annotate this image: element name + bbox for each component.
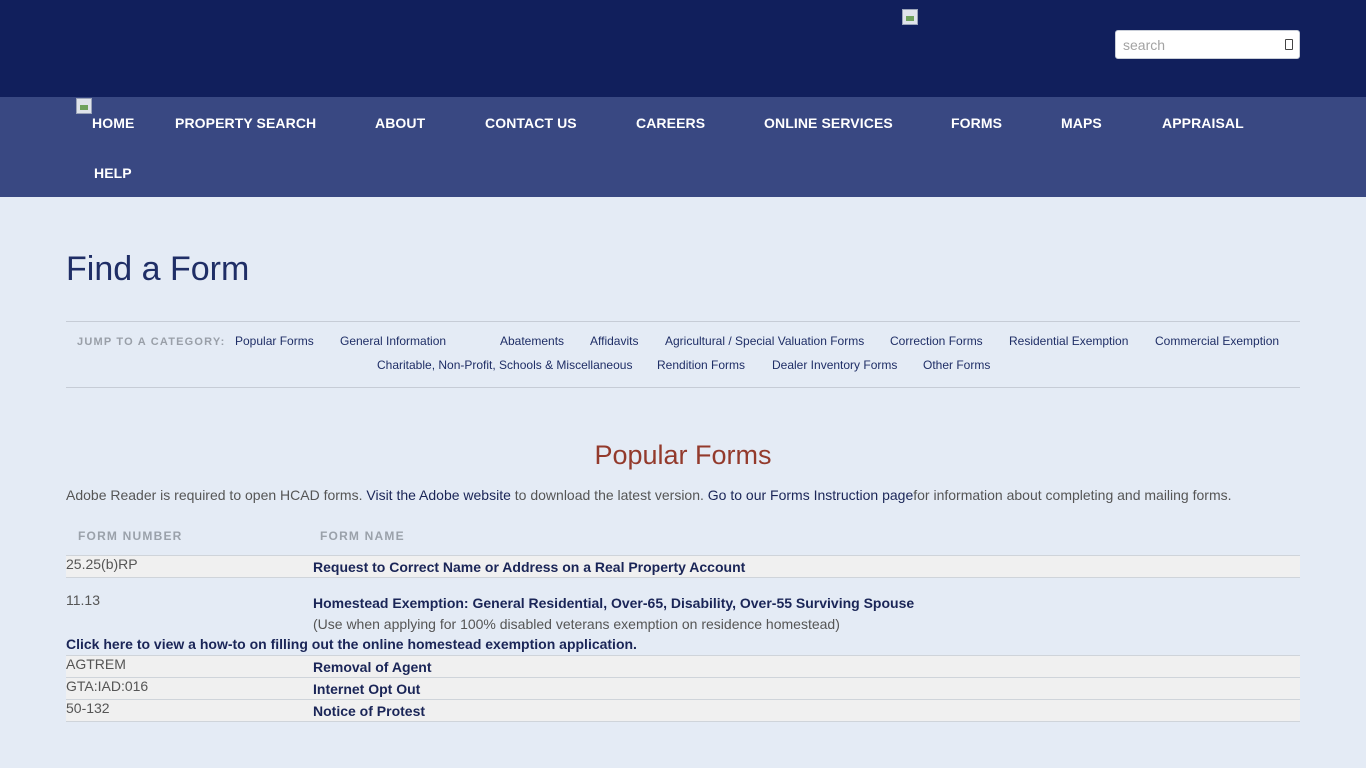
nav-contact-us[interactable]: CONTACT US: [485, 115, 577, 131]
form-name-link[interactable]: Homestead Exemption: General Residential…: [313, 595, 914, 611]
form-name-link[interactable]: Internet Opt Out: [313, 681, 420, 697]
form-number: AGTREM: [66, 656, 126, 672]
table-row: [66, 700, 1300, 721]
category-residential-exemption[interactable]: Residential Exemption: [1009, 334, 1128, 348]
category-general-information[interactable]: General Information: [340, 334, 446, 348]
forms-instruction-link[interactable]: Go to our Forms Instruction page: [708, 487, 913, 503]
divider-top: [66, 321, 1300, 322]
homestead-howto-link[interactable]: Click here to view a how-to on filling o…: [66, 636, 637, 652]
jump-to-category-label: JUMP TO A CATEGORY:: [77, 336, 226, 348]
main-nav: [0, 97, 1366, 197]
table-row: [66, 656, 1300, 677]
category-affidavits[interactable]: Affidavits: [590, 334, 638, 348]
category-other-forms[interactable]: Other Forms: [923, 358, 990, 372]
form-note: (Use when applying for 100% disabled vet…: [313, 616, 840, 632]
category-correction-forms[interactable]: Correction Forms: [890, 334, 983, 348]
nav-help[interactable]: HELP: [94, 165, 132, 181]
form-name-link[interactable]: Notice of Protest: [313, 703, 425, 719]
nav-careers[interactable]: CAREERS: [636, 115, 705, 131]
divider-bottom: [66, 387, 1300, 388]
search-input[interactable]: [1116, 31, 1281, 58]
adobe-website-link[interactable]: Visit the Adobe website: [366, 487, 511, 503]
intro-text-3: for information about completing and mai…: [913, 487, 1232, 503]
nav-property-search[interactable]: PROPERTY SEARCH: [175, 115, 316, 131]
form-number: 11.13: [66, 592, 100, 608]
category-abatements[interactable]: Abatements: [500, 334, 564, 348]
table-row: [66, 678, 1300, 699]
form-number: GTA:IAD:016: [66, 678, 149, 694]
page-title: Find a Form: [66, 250, 250, 288]
popular-forms-title: Popular Forms: [594, 440, 772, 470]
search-box: [1115, 30, 1300, 59]
form-number: 25.25(b)RP: [66, 556, 138, 572]
adobe-intro-text: Adobe Reader is required to open HCAD fo…: [66, 487, 1232, 503]
column-header-form-number: FORM NUMBER: [78, 529, 183, 543]
nav-logo-image-icon: [76, 98, 92, 114]
form-name-link[interactable]: Removal of Agent: [313, 659, 432, 675]
nav-maps[interactable]: MAPS: [1061, 115, 1102, 131]
category-dealer-inventory-forms[interactable]: Dealer Inventory Forms: [772, 358, 897, 372]
intro-text-1: Adobe Reader is required to open HCAD fo…: [66, 487, 367, 503]
nav-online-services[interactable]: ONLINE SERVICES: [764, 115, 893, 131]
search-icon[interactable]: [1285, 39, 1293, 50]
row-divider: [66, 721, 1300, 722]
form-name-link[interactable]: Request to Correct Name or Address on a …: [313, 559, 745, 575]
category-agricultural-special-valuation[interactable]: Agricultural / Special Valuation Forms: [665, 334, 864, 348]
nav-appraisal[interactable]: APPRAISAL: [1162, 115, 1244, 131]
category-rendition-forms[interactable]: Rendition Forms: [657, 358, 745, 372]
category-charitable-nonprofit[interactable]: Charitable, Non-Profit, Schools & Miscel…: [377, 358, 632, 372]
logo-image-icon[interactable]: [902, 9, 918, 25]
category-commercial-exemption[interactable]: Commercial Exemption: [1155, 334, 1279, 348]
nav-about[interactable]: ABOUT: [375, 115, 425, 131]
nav-forms[interactable]: FORMS: [951, 115, 1002, 131]
column-header-form-name: FORM NAME: [320, 529, 405, 543]
category-popular-forms[interactable]: Popular Forms: [235, 334, 314, 348]
form-number: 50-132: [66, 700, 110, 716]
row-divider: [66, 577, 1300, 578]
intro-text-2: to download the latest version.: [510, 487, 708, 503]
nav-home[interactable]: HOME: [92, 115, 134, 131]
